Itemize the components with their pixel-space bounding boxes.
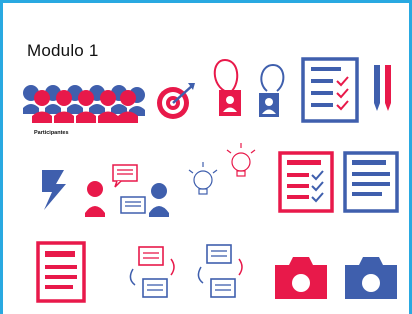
lightbulbs-icon [183, 140, 263, 200]
conversation-icon [83, 161, 173, 217]
badge-blue-icon [253, 63, 291, 121]
exchange-blue-icon [193, 241, 249, 301]
participants-group-icon [23, 83, 145, 123]
participants-label: Participantes [34, 130, 69, 136]
checklist-red-icon [278, 151, 334, 213]
document-red-icon [36, 241, 86, 303]
badge-red-icon [209, 58, 243, 118]
target-icon [155, 81, 197, 121]
slide-frame: Modulo 1 Participantes [0, 0, 412, 314]
module-title: Modulo 1 [27, 41, 99, 60]
camera-red-icon [273, 253, 329, 301]
exchange-red-icon [123, 243, 179, 301]
camera-blue-icon [343, 253, 399, 301]
checklist-icon [301, 57, 359, 123]
lightning-icon [38, 168, 70, 212]
pencils-icon [371, 63, 395, 113]
document-blue-icon [343, 151, 399, 213]
